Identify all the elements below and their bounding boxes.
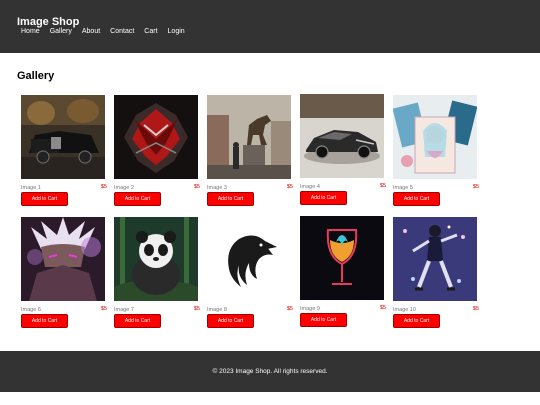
gallery-heading: Gallery	[17, 70, 55, 82]
site-header: Image Shop Home Gallery About Contact Ca…	[0, 0, 540, 53]
nav-about[interactable]: About	[82, 28, 100, 35]
product-price: $5	[379, 305, 386, 311]
nav-cart[interactable]: Cart	[144, 28, 157, 35]
product-image-tarot-cards[interactable]	[393, 95, 477, 179]
product-image-red-emblem[interactable]	[114, 95, 198, 179]
product-image-panda[interactable]	[114, 217, 198, 301]
product-image-horse-statue[interactable]	[207, 95, 291, 179]
copyright-text: © 2023 Image Shop. All rights reserved.	[212, 368, 328, 375]
product-card: Image 2 $5 Add to Cart	[114, 95, 200, 215]
product-card: Image 8 $5 Add to Cart	[207, 217, 293, 337]
product-price: $5	[193, 184, 200, 190]
add-to-cart-button[interactable]: Add to Cart	[207, 314, 254, 328]
product-name: Image 8	[207, 307, 227, 313]
product-card: Image 10 $5 Add to Cart	[393, 217, 479, 337]
product-image-car-black[interactable]	[21, 95, 105, 179]
add-to-cart-button[interactable]: Add to Cart	[21, 192, 68, 206]
product-price: $5	[379, 183, 386, 189]
add-to-cart-button[interactable]: Add to Cart	[207, 192, 254, 206]
add-to-cart-button[interactable]: Add to Cart	[393, 314, 440, 328]
nav-contact[interactable]: Contact	[110, 28, 134, 35]
product-name: Image 10	[393, 307, 416, 313]
product-name: Image 5	[393, 185, 413, 191]
add-to-cart-button[interactable]: Add to Cart	[114, 314, 161, 328]
product-price: $5	[286, 184, 293, 190]
site-title: Image Shop	[17, 16, 80, 28]
product-price: $5	[472, 306, 479, 312]
product-price: $5	[286, 306, 293, 312]
product-name: Image 4	[300, 184, 320, 190]
nav-login[interactable]: Login	[168, 28, 185, 35]
product-card: Image 4 $5 Add to Cart	[300, 94, 386, 214]
product-card: Image 7 $5 Add to Cart	[114, 217, 200, 337]
add-to-cart-button[interactable]: Add to Cart	[300, 191, 347, 205]
product-name: Image 2	[114, 185, 134, 191]
add-to-cart-button[interactable]: Add to Cart	[393, 192, 440, 206]
product-image-wine-glass[interactable]	[300, 216, 384, 300]
product-name: Image 6	[21, 307, 41, 313]
add-to-cart-button[interactable]: Add to Cart	[21, 314, 68, 328]
product-name: Image 9	[300, 306, 320, 312]
add-to-cart-button[interactable]: Add to Cart	[114, 192, 161, 206]
product-card: Image 9 $5 Add to Cart	[300, 216, 386, 336]
product-card: Image 3 $5 Add to Cart	[207, 95, 293, 215]
main-nav: Home Gallery About Contact Cart Login	[21, 28, 195, 35]
product-image-dancer[interactable]	[393, 217, 477, 301]
product-price: $5	[100, 306, 107, 312]
product-price: $5	[193, 306, 200, 312]
product-name: Image 7	[114, 307, 134, 313]
product-price: $5	[472, 184, 479, 190]
nav-gallery[interactable]: Gallery	[50, 28, 72, 35]
product-image-anime-warrior[interactable]	[21, 217, 105, 301]
site-footer: © 2023 Image Shop. All rights reserved.	[0, 351, 540, 392]
add-to-cart-button[interactable]: Add to Cart	[300, 313, 347, 327]
product-card: Image 6 $5 Add to Cart	[21, 217, 107, 337]
product-price: $5	[100, 184, 107, 190]
nav-home[interactable]: Home	[21, 28, 40, 35]
product-card: Image 5 $5 Add to Cart	[393, 95, 479, 215]
product-card: Image 1 $5 Add to Cart	[21, 95, 107, 215]
product-image-sports-car[interactable]	[300, 94, 384, 178]
product-image-bird-logo[interactable]	[207, 217, 291, 301]
product-name: Image 3	[207, 185, 227, 191]
product-name: Image 1	[21, 185, 41, 191]
